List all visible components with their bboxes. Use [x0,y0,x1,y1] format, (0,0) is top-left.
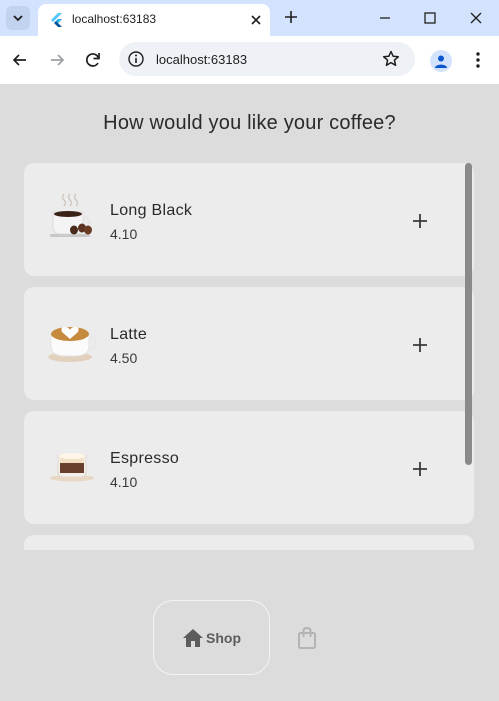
coffee-price: 4.50 [110,350,138,366]
coffee-card-latte: Latte 4.50 [24,287,474,400]
coffee-price: 4.10 [110,474,138,490]
browser-toolbar: localhost:63183 [0,36,499,84]
profile-avatar[interactable] [430,50,452,72]
latte-cup-icon [48,327,98,362]
person-icon [435,55,447,68]
minimize-icon[interactable] [375,8,395,28]
maximize-icon[interactable] [420,8,440,28]
home-icon [183,628,203,647]
add-to-cart-button[interactable] [408,457,432,481]
shopping-bag-icon[interactable] [296,626,318,650]
new-tab-icon[interactable] [283,9,299,25]
browser-tab[interactable]: localhost:63183 [38,4,270,36]
bookmark-star-icon[interactable] [381,49,401,69]
coffee-card-partial [24,535,474,550]
plus-icon [413,214,427,228]
forward-arrow-icon[interactable] [47,50,67,70]
nav-shop-label: Shop [206,629,241,646]
plus-icon [413,338,427,352]
close-window-icon[interactable] [466,8,486,28]
browser-tabstrip: localhost:63183 [0,0,499,36]
coffee-card-espresso: Espresso 4.10 [24,411,474,524]
add-to-cart-button[interactable] [408,333,432,357]
nav-shop-button[interactable]: Shop [153,600,270,675]
coffee-name: Espresso [110,450,180,467]
address-bar[interactable]: localhost:63183 [119,42,415,76]
reload-icon[interactable] [83,50,103,70]
coffee-name: Latte [110,326,148,343]
back-arrow-icon[interactable] [10,50,30,70]
long-black-cup-icon [50,193,92,237]
plus-icon [413,462,427,476]
more-vert-icon[interactable] [468,50,488,70]
coffee-name: Long Black [110,202,193,219]
chevron-down-icon [13,15,23,22]
close-tab-icon[interactable] [248,12,264,28]
add-to-cart-button[interactable] [408,209,432,233]
coffee-price: 4.10 [110,226,138,242]
tab-search-button[interactable] [6,6,30,30]
flutter-logo-icon [51,13,62,27]
coffee-card-long-black: Long Black 4.10 [24,163,474,276]
site-info-icon[interactable] [127,50,145,68]
coffee-app: How would you like your coffee? Long Bla… [0,84,499,701]
tab-title: localhost:63183 [72,12,157,26]
page-title: How would you like your coffee? [103,112,396,134]
list-scrollbar[interactable] [465,163,472,465]
url-text: localhost:63183 [156,52,248,67]
coffee-list[interactable]: Long Black 4.10 Latte 4.50 Espresso 4.10 [24,163,474,550]
espresso-cup-icon [50,453,94,482]
